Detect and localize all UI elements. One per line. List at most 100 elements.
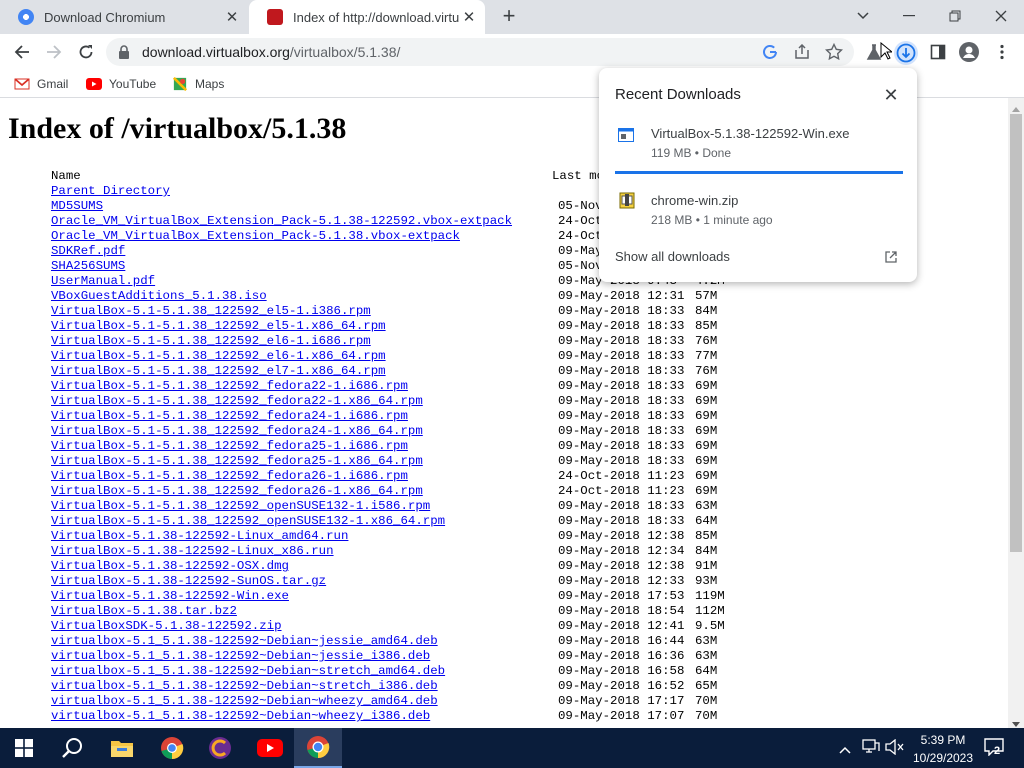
file-link[interactable]: VirtualBox-5.1.38-122592-Linux_amd64.run: [51, 529, 348, 544]
file-link[interactable]: virtualbox-5.1_5.1.38-122592~Debian~stre…: [51, 679, 438, 694]
tab-download-chromium[interactable]: Download Chromium ✕: [0, 0, 248, 34]
file-link[interactable]: VirtualBox-5.1-5.1.38_122592_fedora24-1.…: [51, 424, 423, 439]
file-size: 69M: [695, 454, 718, 468]
file-link[interactable]: SHA256SUMS: [51, 259, 125, 274]
menu-kebab-icon[interactable]: [997, 44, 1007, 60]
volume-muted-icon[interactable]: [885, 738, 905, 760]
file-link[interactable]: VBoxGuestAdditions_5.1.38.iso: [51, 289, 267, 304]
search-icon[interactable]: [48, 728, 96, 768]
file-link[interactable]: VirtualBox-5.1-5.1.38_122592_openSUSE132…: [51, 499, 430, 514]
close-tab-icon[interactable]: ✕: [222, 8, 242, 26]
column-header-name[interactable]: Name: [51, 169, 81, 184]
chrome-icon[interactable]: [148, 728, 196, 768]
forward-arrow-icon[interactable]: [42, 40, 66, 64]
file-link[interactable]: VirtualBox-5.1-5.1.38_122592_el5-1.x86_6…: [51, 319, 386, 334]
file-link[interactable]: VirtualBox-5.1-5.1.38_122592_fedora26-1.…: [51, 469, 408, 484]
file-link[interactable]: VirtualBox-5.1.38-122592-Win.exe: [51, 589, 289, 604]
file-link[interactable]: VirtualBox-5.1-5.1.38_122592_fedora24-1.…: [51, 409, 408, 424]
clock-time[interactable]: 5:39 PM: [913, 733, 973, 747]
show-hidden-icons-chevron[interactable]: [839, 741, 851, 759]
tab-search-chevron-icon[interactable]: [840, 0, 886, 32]
file-link[interactable]: virtualbox-5.1_5.1.38-122592~Debian~jess…: [51, 634, 438, 649]
file-link[interactable]: VirtualBox-5.1.38.tar.bz2: [51, 604, 237, 619]
file-link[interactable]: VirtualBox-5.1.38-122592-Linux_x86.run: [51, 544, 334, 559]
file-size: 69M: [695, 424, 718, 438]
zip-file-icon: [619, 192, 635, 209]
file-link[interactable]: VirtualBox-5.1-5.1.38_122592_fedora25-1.…: [51, 454, 423, 469]
file-modified: 09-May-2018 16:36: [558, 649, 685, 663]
column-header-modified[interactable]: Last mo: [552, 169, 604, 184]
bookmark-youtube[interactable]: YouTube: [86, 76, 156, 92]
file-link[interactable]: Parent Directory: [51, 184, 170, 199]
file-link[interactable]: virtualbox-5.1_5.1.38-122592~Debian~whee…: [51, 709, 430, 724]
google-lens-icon[interactable]: [762, 44, 778, 60]
file-modified: 09-May-2018 18:33: [558, 499, 685, 513]
scrollbar-thumb[interactable]: [1010, 114, 1022, 552]
bookmark-maps[interactable]: Maps: [172, 76, 224, 92]
file-link[interactable]: UserManual.pdf: [51, 274, 155, 289]
back-arrow-icon[interactable]: [10, 40, 34, 64]
show-all-downloads-link[interactable]: Show all downloads: [615, 249, 730, 264]
close-icon[interactable]: ✕: [882, 86, 900, 104]
open-external-icon[interactable]: [885, 250, 897, 268]
download-item-zip[interactable]: [618, 192, 636, 215]
file-link[interactable]: VirtualBox-5.1-5.1.38_122592_fedora25-1.…: [51, 439, 408, 454]
notifications-icon[interactable]: 2: [984, 738, 1008, 760]
side-panel-icon[interactable]: [930, 44, 946, 60]
minimize-icon[interactable]: [886, 0, 932, 32]
file-link[interactable]: VirtualBox-5.1-5.1.38_122592_openSUSE132…: [51, 514, 445, 529]
network-icon[interactable]: [862, 738, 880, 759]
file-link[interactable]: virtualbox-5.1_5.1.38-122592~Debian~jess…: [51, 649, 430, 664]
file-size: 69M: [695, 484, 718, 498]
file-link[interactable]: virtualbox-5.1_5.1.38-122592~Debian~stre…: [51, 664, 445, 679]
download-item-exe[interactable]: [618, 127, 634, 148]
file-link[interactable]: SDKRef.pdf: [51, 244, 125, 259]
file-link[interactable]: VirtualBox-5.1-5.1.38_122592_fedora22-1.…: [51, 379, 408, 394]
reload-icon[interactable]: [74, 40, 98, 64]
chromium-b-app-icon[interactable]: [294, 728, 342, 768]
file-modified: 09-May-2018 18:33: [558, 394, 685, 408]
bookmark-star-icon[interactable]: [824, 42, 844, 61]
file-link[interactable]: Oracle_VM_VirtualBox_Extension_Pack-5.1.…: [51, 214, 512, 229]
file-explorer-icon[interactable]: [98, 728, 146, 768]
lock-icon[interactable]: [118, 45, 130, 64]
windows-start-icon[interactable]: [0, 728, 48, 768]
bookmark-label: Maps: [195, 77, 225, 91]
file-modified: 09-May-2018 16:44: [558, 634, 685, 648]
tab-title: Download Chromium: [44, 9, 166, 25]
bookmark-gmail[interactable]: Gmail: [14, 76, 68, 92]
file-link[interactable]: VirtualBox-5.1-5.1.38_122592_el6-1.x86_6…: [51, 349, 386, 364]
file-link[interactable]: Oracle_VM_VirtualBox_Extension_Pack-5.1.…: [51, 229, 460, 244]
file-link[interactable]: VirtualBox-5.1-5.1.38_122592_fedora26-1.…: [51, 484, 423, 499]
file-link[interactable]: VirtualBox-5.1-5.1.38_122592_el7-1.x86_6…: [51, 364, 386, 379]
download-filename[interactable]: chrome-win.zip: [651, 193, 738, 208]
file-link[interactable]: virtualbox-5.1_5.1.38-122592~Debian~whee…: [51, 694, 438, 709]
new-tab-plus-icon[interactable]: +: [498, 5, 520, 27]
cclean-app-icon[interactable]: [196, 728, 244, 768]
downloads-button[interactable]: [894, 41, 918, 65]
file-modified: 24-Oct-2018 11:23: [558, 484, 685, 498]
download-filename[interactable]: VirtualBox-5.1.38-122592-Win.exe: [651, 126, 850, 141]
file-link[interactable]: VirtualBoxSDK-5.1.38-122592.zip: [51, 619, 282, 634]
restore-icon[interactable]: [932, 0, 978, 32]
file-size: 85M: [695, 319, 718, 333]
clock-date[interactable]: 10/29/2023: [909, 751, 977, 765]
file-link[interactable]: VirtualBox-5.1-5.1.38_122592_el6-1.i686.…: [51, 334, 371, 349]
file-link[interactable]: VirtualBox-5.1-5.1.38_122592_el5-1.i386.…: [51, 304, 371, 319]
tab-virtualbox-index[interactable]: Index of http://download.virtualbox.org/…: [249, 0, 485, 34]
file-link[interactable]: VirtualBox-5.1.38-122592-SunOS.tar.gz: [51, 574, 326, 589]
file-size: 69M: [695, 379, 718, 393]
file-link[interactable]: VirtualBox-5.1-5.1.38_122592_fedora22-1.…: [51, 394, 423, 409]
notification-count: 2: [994, 745, 1001, 757]
close-tab-icon[interactable]: ✕: [459, 8, 479, 26]
share-icon[interactable]: [794, 43, 810, 60]
file-modified: 09-May-2018 18:33: [558, 424, 685, 438]
profile-avatar-icon[interactable]: [959, 42, 979, 62]
url-text[interactable]: download.virtualbox.org/virtualbox/5.1.3…: [142, 44, 400, 60]
file-link[interactable]: VirtualBox-5.1.38-122592-OSX.dmg: [51, 559, 289, 574]
file-modified: 09-May-2018 18:33: [558, 379, 685, 393]
file-link[interactable]: MD5SUMS: [51, 199, 103, 214]
youtube-app-icon[interactable]: [246, 728, 294, 768]
close-window-icon[interactable]: [978, 0, 1024, 32]
file-modified: 09-May-2018 18:33: [558, 439, 685, 453]
